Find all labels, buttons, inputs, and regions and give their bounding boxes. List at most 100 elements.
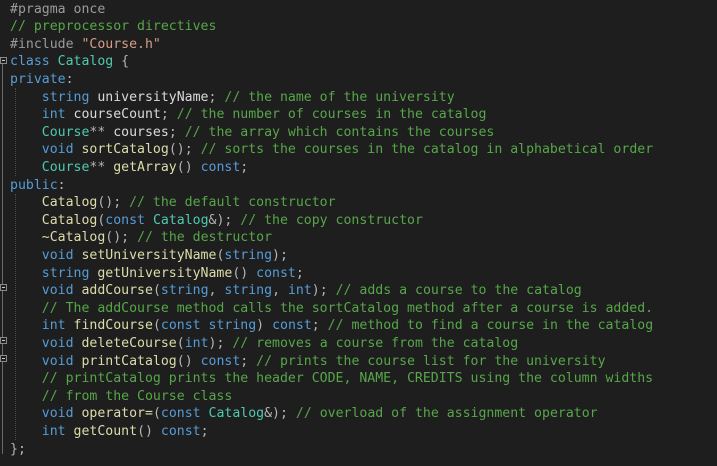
code-token: const — [160, 406, 209, 422]
code-token: ; — [160, 107, 177, 123]
code-line[interactable]: }; — [10, 441, 26, 459]
code-token: string — [41, 265, 98, 281]
code-token: void — [41, 283, 82, 299]
code-token: , — [272, 283, 288, 299]
code-token: &); — [208, 212, 241, 228]
code-token: // the default constructor — [129, 195, 336, 211]
code-token: ; — [208, 89, 225, 105]
code-line[interactable]: public: — [10, 177, 66, 195]
code-line[interactable]: void sortCatalog(); // sorts the courses… — [10, 141, 653, 159]
code-token: ( — [176, 335, 185, 351]
code-token: void — [41, 247, 82, 263]
code-line[interactable]: Course** courses; // the array which con… — [10, 124, 495, 142]
code-token: class — [10, 54, 58, 70]
code-line[interactable]: void deleteCourse(int); // removes a cou… — [10, 335, 518, 353]
code-token: { — [113, 54, 130, 70]
code-token: : — [57, 177, 66, 193]
code-token: Catalog — [41, 195, 98, 211]
code-line[interactable]: // preprocessor directives — [10, 18, 216, 36]
code-token: string — [224, 247, 273, 263]
code-line[interactable]: #include "Course.h" — [10, 36, 161, 54]
code-token: setUniversityName — [81, 247, 217, 263]
code-token: const — [200, 353, 241, 369]
fold-class-toggle-icon[interactable] — [0, 57, 7, 64]
code-token: Catalog — [208, 406, 265, 422]
code-token: ; — [295, 265, 304, 281]
code-token: (); — [97, 195, 130, 211]
code-token: // prints the course list for the univer… — [256, 353, 606, 369]
code-token: ; — [240, 353, 257, 369]
code-token: Catalog — [41, 212, 98, 228]
code-line[interactable]: // from the Course class — [10, 388, 233, 406]
code-token: ** — [89, 124, 114, 140]
code-token: getCount — [73, 423, 138, 439]
code-token: ( — [152, 406, 161, 422]
code-token: string — [160, 283, 209, 299]
fold-findcourse-toggle-icon[interactable] — [0, 337, 7, 344]
code-token: void — [41, 353, 82, 369]
code-token: // printCatalog prints the header CODE, … — [41, 371, 654, 387]
code-line[interactable]: int getCount() const; — [10, 423, 209, 441]
code-token: (); — [168, 142, 201, 158]
code-token: ( — [152, 318, 161, 334]
code-token: ); — [311, 283, 336, 299]
code-editor[interactable]: #pragma once // preprocessor directives #i… — [0, 0, 717, 466]
code-token: // the name of the university — [224, 89, 455, 105]
code-token: sortCatalog — [81, 142, 169, 158]
code-token: #pragma once — [10, 1, 106, 17]
code-token: string — [41, 89, 98, 105]
fold-printcatalog-toggle-icon[interactable] — [0, 355, 7, 362]
code-token: () — [137, 423, 161, 439]
code-token: deleteCourse — [81, 335, 177, 351]
code-line[interactable]: Course** getArray() const; — [10, 159, 248, 177]
code-token: getUniversityName — [97, 265, 233, 281]
code-token: &); — [264, 406, 296, 422]
code-token: () — [176, 353, 201, 369]
code-line[interactable]: ~Catalog(); // the destructor — [10, 229, 272, 247]
code-line[interactable]: class Catalog { — [10, 53, 129, 71]
code-token: #include — [10, 36, 82, 52]
code-token: ; — [200, 423, 209, 439]
code-line[interactable]: // The addCourse method calls the sortCa… — [10, 300, 653, 318]
code-token: , — [208, 283, 225, 299]
code-token: // the destructor — [137, 230, 273, 246]
code-line[interactable]: // printCatalog prints the header CODE, … — [10, 370, 653, 388]
code-token: : — [65, 71, 74, 87]
code-token: }; — [10, 441, 26, 457]
code-line[interactable]: string getUniversityName() const; — [10, 265, 304, 283]
code-token: // preprocessor directives — [10, 19, 217, 35]
code-line[interactable]: Catalog(); // the default constructor — [10, 194, 336, 212]
code-token: void — [41, 335, 82, 351]
code-token: ( — [152, 283, 161, 299]
code-line[interactable]: int courseCount; // the number of course… — [10, 106, 487, 124]
code-token: const — [272, 318, 312, 334]
code-token: const — [200, 159, 241, 175]
code-line[interactable]: string universityName; // the name of th… — [10, 89, 455, 107]
code-token: int — [287, 283, 312, 299]
code-line[interactable]: #pragma once — [10, 1, 105, 19]
code-token: courses — [113, 124, 169, 140]
code-line[interactable]: void setUniversityName(string); — [10, 247, 288, 265]
code-token: ) — [256, 318, 273, 334]
code-line[interactable]: void addCourse(string, string, int); // … — [10, 282, 582, 300]
code-token: printCatalog — [81, 353, 177, 369]
code-line[interactable]: void printCatalog() const; // prints the… — [10, 353, 606, 371]
code-token: // the array which contains the courses — [184, 124, 495, 140]
code-token: Course — [41, 124, 90, 140]
code-token: Catalog — [152, 212, 209, 228]
code-token: ); — [272, 247, 288, 263]
code-line[interactable]: void operator=(const Catalog&); // overl… — [10, 405, 598, 423]
code-line[interactable]: int findCourse(const string) const; // m… — [10, 317, 653, 335]
code-line[interactable]: private: — [10, 71, 74, 89]
fold-addcourse-toggle-icon[interactable] — [0, 284, 7, 291]
code-line[interactable]: Catalog(const Catalog&); // the copy con… — [10, 212, 423, 230]
code-token: // method to find a course in the catalo… — [327, 318, 654, 334]
